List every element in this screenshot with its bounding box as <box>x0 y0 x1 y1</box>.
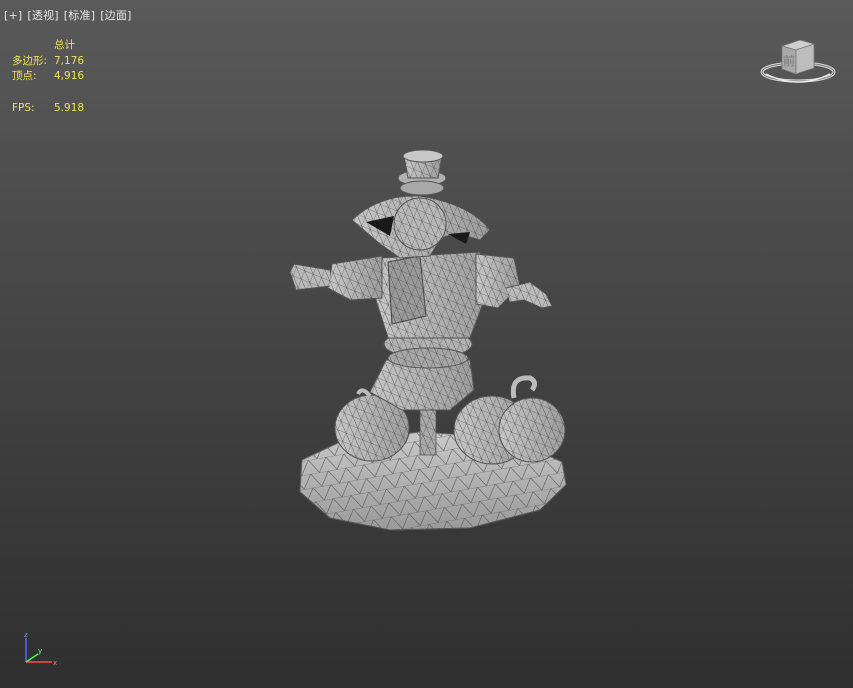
viewcube-face-label[interactable]: 前 <box>783 53 795 68</box>
statistics-overlay: 总计 多边形: 7,176 顶点: 4,916 FPS: 5.918 <box>12 38 84 116</box>
viewport-label-menu: [+] [透视] [标准] [边面] <box>4 7 137 23</box>
viewcube[interactable]: 前 <box>756 34 840 88</box>
vertices-value: 4,916 <box>54 70 85 82</box>
torso-lower <box>369 329 475 411</box>
viewport-plus-menu[interactable]: [+] <box>4 9 22 22</box>
vertices-label: 顶点: <box>12 70 37 82</box>
torso-upper <box>375 251 489 339</box>
axis-x-label: x <box>53 659 57 667</box>
hat <box>397 149 447 196</box>
polygons-value: 7,176 <box>54 54 85 67</box>
axis-tripod: z x y <box>24 631 57 667</box>
scarecrow-wireframe-model[interactable] <box>270 140 580 540</box>
fps-label: FPS: <box>12 101 35 114</box>
stats-fps-row: FPS: 5.918 <box>12 101 84 117</box>
axis-z-label: z <box>24 631 28 639</box>
axis-y-label: y <box>38 647 42 655</box>
perspective-viewport[interactable]: [+] [透视] [标准] [边面] 总计 多边形: 7,176 顶点: 4,916 … <box>0 0 853 688</box>
head <box>351 195 491 259</box>
fps-value: 5.918 <box>54 101 85 114</box>
stats-polygons-row: 多边形: 7,176 <box>12 54 84 70</box>
polygons-label: 多边形: <box>12 54 48 67</box>
arm-left <box>289 255 383 301</box>
viewport-display-mode-menu[interactable]: [边面] <box>100 9 131 22</box>
arm-right <box>475 253 553 309</box>
viewport-view-menu[interactable]: [透视] <box>27 9 58 22</box>
viewport-shading-quality-menu[interactable]: [标准] <box>64 9 95 22</box>
stats-vertices-row: 顶点: 4,916 <box>12 69 84 85</box>
stats-header: 总计 <box>54 39 75 51</box>
